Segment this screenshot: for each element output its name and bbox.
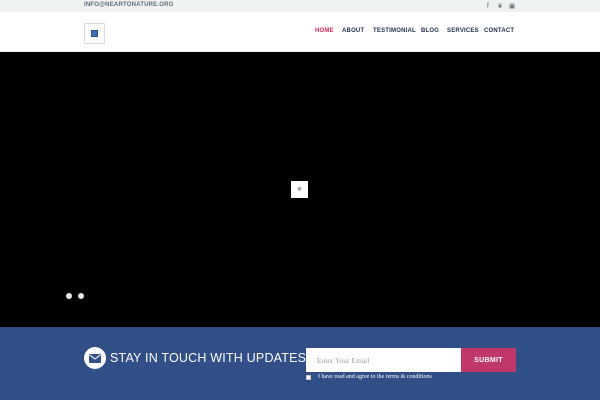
contact-email[interactable]: INFO@NEARTONATURE.ORG (84, 2, 174, 8)
slider-dot-1[interactable] (66, 293, 72, 299)
nav-contact[interactable]: CONTACT (484, 28, 514, 34)
newsletter-section: STAY IN TOUCH WITH UPDATES! SUBMIT I hav… (0, 327, 600, 400)
nav-services[interactable]: SERVICES (447, 28, 479, 34)
site-logo[interactable] (84, 23, 105, 44)
submit-button[interactable]: SUBMIT (461, 348, 516, 372)
instagram-icon[interactable]: ▣ (507, 1, 517, 11)
nav-about[interactable]: ABOUT (342, 28, 364, 34)
nav-blog[interactable]: BLOG (421, 28, 439, 34)
slider-dot-2[interactable] (78, 293, 84, 299)
envelope-icon (84, 347, 106, 369)
top-info-bar: INFO@NEARTONATURE.ORG f ❦ ▣ (0, 0, 600, 12)
hero-slider[interactable]: ✴ (0, 52, 600, 327)
terms-label: I have read and agree to the terms & con… (318, 374, 432, 380)
loading-spinner-icon: ✴ (291, 181, 308, 198)
twitter-icon[interactable]: ❦ (495, 1, 505, 11)
logo-image (91, 30, 98, 37)
newsletter-title: STAY IN TOUCH WITH UPDATES! (110, 351, 310, 365)
facebook-icon[interactable]: f (483, 1, 493, 11)
terms-checkbox[interactable] (306, 375, 311, 380)
nav-home[interactable]: HOME (315, 28, 334, 34)
nav-testimonial[interactable]: TESTIMONIAL (373, 28, 416, 34)
newsletter-email-input[interactable] (306, 348, 461, 372)
spinner-glyph: ✴ (295, 184, 304, 195)
